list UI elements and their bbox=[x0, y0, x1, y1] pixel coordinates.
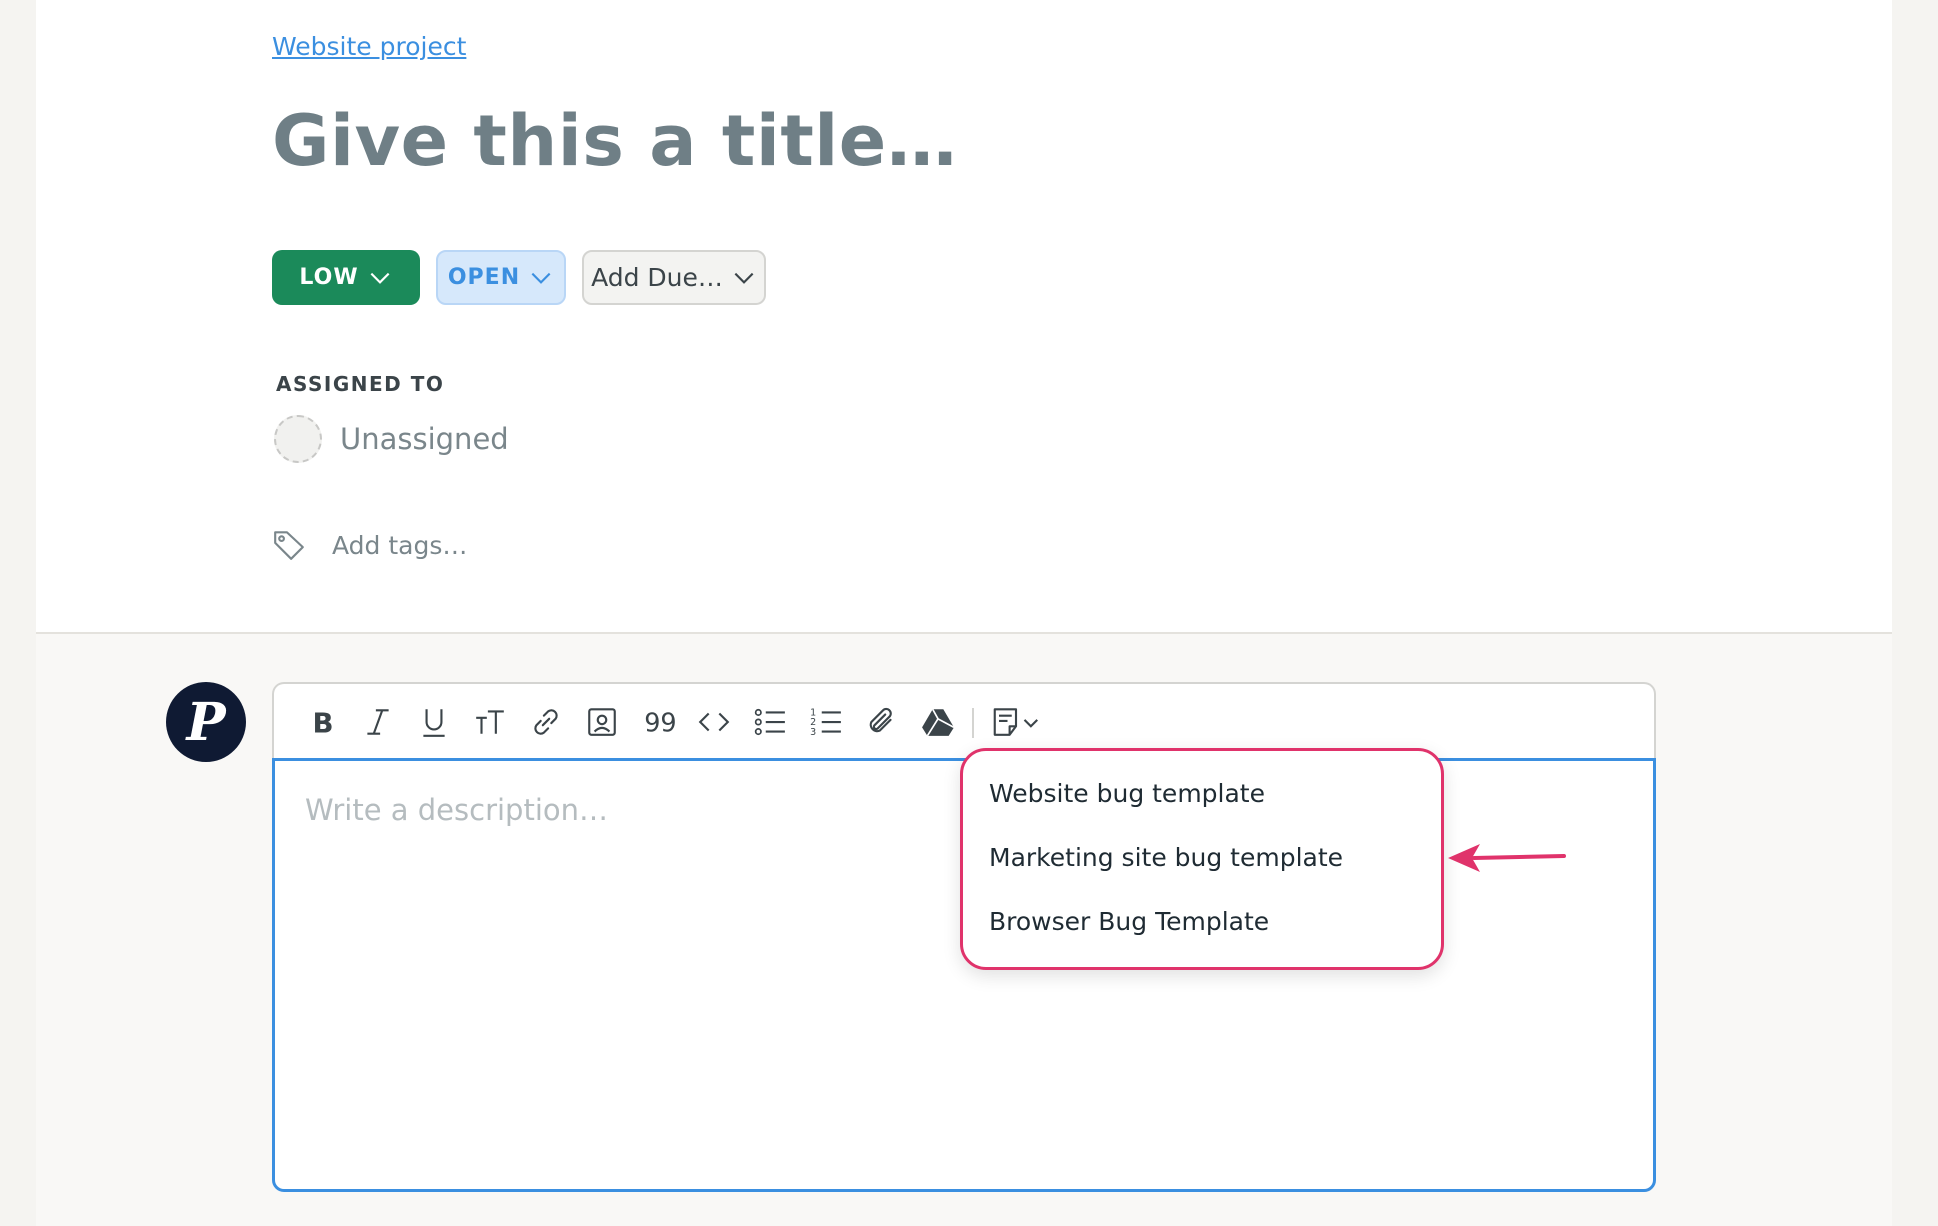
chevron-down-icon bbox=[734, 272, 754, 284]
template-dropdown-menu: Website bug template Marketing site bug … bbox=[960, 748, 1444, 970]
template-menu-item[interactable]: Website bug template bbox=[989, 779, 1265, 808]
svg-text:99: 99 bbox=[644, 709, 675, 739]
text-size-icon[interactable] bbox=[470, 702, 510, 742]
svg-text:B: B bbox=[312, 707, 333, 739]
assignee-value: Unassigned bbox=[340, 422, 509, 456]
template-menu-item[interactable]: Browser Bug Template bbox=[989, 907, 1269, 936]
description-placeholder: Write a description… bbox=[305, 793, 609, 827]
numbered-list-icon[interactable]: 123 bbox=[806, 702, 846, 742]
avatar: P bbox=[166, 682, 246, 762]
italic-icon[interactable] bbox=[358, 702, 398, 742]
quote-icon[interactable]: 99 bbox=[638, 702, 678, 742]
priority-dropdown[interactable]: LOW bbox=[272, 250, 420, 305]
underline-icon[interactable] bbox=[414, 702, 454, 742]
link-icon[interactable] bbox=[526, 702, 566, 742]
google-drive-icon[interactable] bbox=[918, 702, 958, 742]
toolbar-divider bbox=[972, 708, 974, 738]
due-date-dropdown[interactable]: Add Due… bbox=[582, 250, 766, 305]
tags-input[interactable]: Add tags… bbox=[272, 528, 467, 562]
breadcrumb-project-link[interactable]: Website project bbox=[272, 32, 466, 61]
status-label: OPEN bbox=[447, 265, 521, 290]
tag-icon bbox=[274, 531, 304, 560]
bullet-list-icon[interactable] bbox=[750, 702, 790, 742]
callout-arrow-icon bbox=[1448, 844, 1566, 872]
svg-text:3: 3 bbox=[810, 727, 816, 738]
brand-logo-icon: P bbox=[186, 691, 226, 753]
task-title-input[interactable]: Give this a title… bbox=[272, 100, 957, 182]
tags-placeholder: Add tags… bbox=[332, 530, 468, 560]
due-date-label: Add Due… bbox=[591, 263, 723, 292]
attachment-icon[interactable] bbox=[862, 702, 902, 742]
page-gutter-left bbox=[0, 0, 36, 1226]
code-icon[interactable] bbox=[694, 702, 734, 742]
priority-label: LOW bbox=[299, 265, 359, 290]
empty-avatar-icon bbox=[274, 415, 322, 463]
template-icon[interactable] bbox=[986, 702, 1046, 742]
bold-icon[interactable]: B bbox=[302, 702, 342, 742]
template-menu-item[interactable]: Marketing site bug template bbox=[989, 843, 1343, 872]
chevron-down-icon bbox=[370, 272, 390, 284]
image-icon[interactable] bbox=[582, 702, 622, 742]
status-dropdown[interactable]: OPEN bbox=[436, 250, 566, 305]
editor-toolbar: B 99 123 bbox=[272, 682, 1656, 760]
page-gutter-right bbox=[1892, 0, 1938, 1226]
assignee-selector[interactable]: Unassigned bbox=[274, 415, 509, 463]
chevron-down-icon bbox=[531, 272, 551, 284]
assigned-to-label: ASSIGNED TO bbox=[276, 372, 445, 396]
